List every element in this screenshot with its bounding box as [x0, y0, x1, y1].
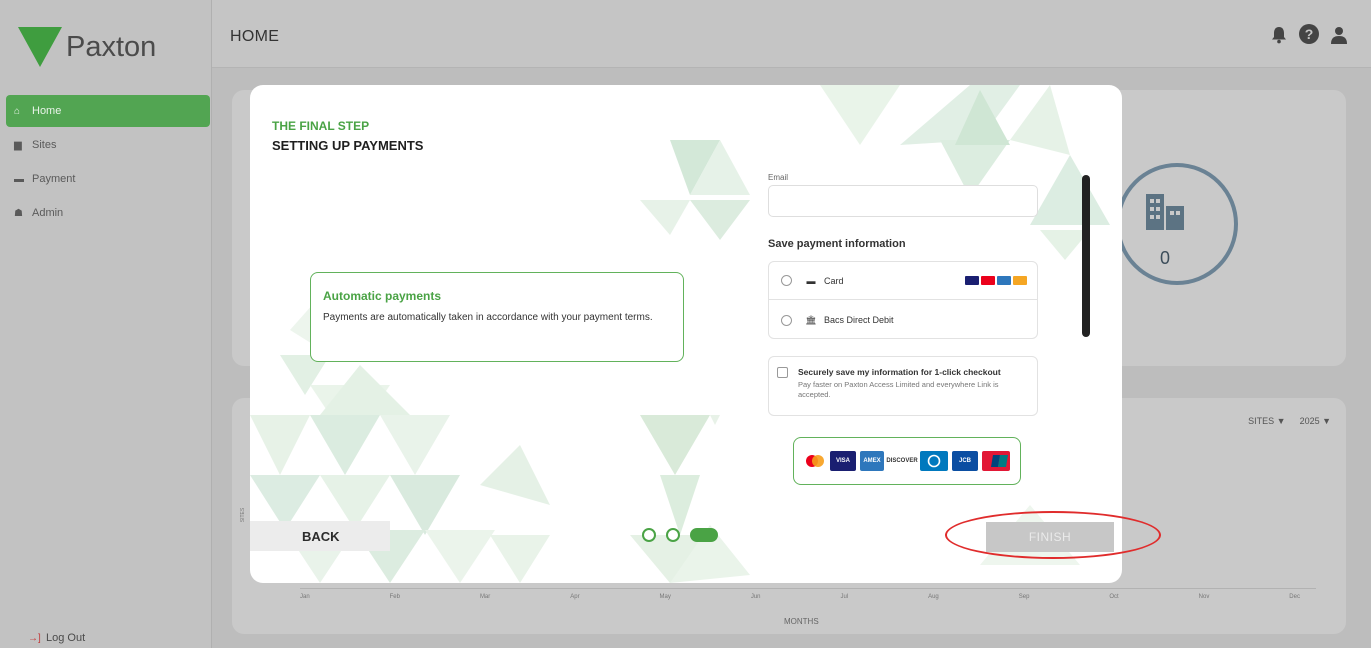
bank-icon: 🏛 [805, 314, 817, 325]
month-tick-label: Sep [1018, 594, 1030, 600]
modal-heading: SETTING UP PAYMENTS [272, 138, 424, 153]
month-tick-label: Nov [1198, 594, 1210, 600]
info-text: Payments are automatically taken in acco… [323, 312, 653, 323]
chart-x-axis-label: MONTHS [784, 617, 819, 626]
amex-icon [997, 276, 1011, 285]
logout-icon: →] [28, 632, 41, 644]
logo-text: Paxton [66, 30, 157, 63]
discover-icon [1013, 276, 1027, 285]
unionpay-icon [982, 451, 1010, 471]
sidebar-nav: ⌂ Home ▆ Sites ▬ Payment ☗ Admin [6, 95, 210, 231]
month-tick-label: Apr [570, 594, 580, 600]
paxton-logo-icon [18, 27, 62, 67]
scrollbar-thumb[interactable] [1082, 175, 1090, 337]
month-tick-label: Dec [1289, 594, 1300, 600]
discover-icon: DISCOVER [886, 451, 918, 471]
save-info-checkbox[interactable] [777, 367, 788, 378]
accepted-cards: VISA AMEX DISCOVER JCB [793, 437, 1021, 485]
payment-form: Email Save payment information ▬ Card 🏛 … [756, 173, 1094, 427]
step-indicator [642, 528, 718, 542]
visa-icon [965, 276, 979, 285]
step-dot-1[interactable] [642, 528, 656, 542]
building-icon [1142, 192, 1190, 232]
month-tick-label: Jan [300, 594, 310, 600]
sidebar-item-label: Sites [32, 139, 57, 151]
sidebar-item-sites[interactable]: ▆ Sites [6, 129, 210, 161]
sidebar-item-label: Admin [32, 207, 64, 219]
save-payment-title: Save payment information [768, 238, 906, 250]
chart-filters: SITES ▼ 2025 ▼ [1248, 416, 1331, 426]
chart-month-ticks: Jan Feb Mar Apr May Jun Jul Aug Sep Oct Nov Dec [300, 594, 1300, 600]
page-title: HOME [230, 28, 280, 45]
email-label: Email [768, 173, 789, 182]
payment-method-options: ▬ Card 🏛 Bacs Direct Debit [768, 261, 1038, 339]
save-info-subtext: Pay faster on Paxton Access Limited and … [798, 380, 999, 399]
payment-setup-modal: THE FINAL STEP SETTING UP PAYMENTS Autom… [250, 85, 1122, 583]
mastercard-icon [804, 451, 826, 471]
bacs-radio[interactable] [781, 314, 792, 326]
top-icons: ? [1269, 24, 1349, 46]
jcb-icon: JCB [952, 451, 978, 471]
home-icon: ⌂ [14, 105, 21, 117]
info-title: Automatic payments [323, 289, 442, 303]
save-info-title: Securely save my information for 1-click… [798, 367, 1001, 377]
email-input[interactable] [768, 185, 1038, 217]
diners-icon [920, 451, 948, 471]
sidebar: Paxton ⌂ Home ▆ Sites ▬ Payment ☗ Admin … [0, 0, 212, 648]
user-icon[interactable] [1329, 24, 1349, 46]
payment-option-label: Card [824, 275, 844, 286]
bell-icon[interactable] [1269, 24, 1289, 46]
payment-option-bacs[interactable]: 🏛 Bacs Direct Debit [769, 301, 1037, 339]
top-bar: HOME ? [212, 0, 1371, 68]
payment-option-card[interactable]: ▬ Card [769, 262, 1037, 300]
payment-option-label: Bacs Direct Debit [824, 315, 894, 325]
sidebar-item-admin[interactable]: ☗ Admin [6, 197, 210, 229]
form-scrollbar[interactable] [1082, 175, 1092, 427]
step-title: THE FINAL STEP [272, 119, 370, 133]
visa-icon: VISA [830, 451, 856, 471]
card-icon: ▬ [806, 275, 816, 286]
sidebar-item-label: Home [32, 105, 62, 117]
user-icon: ☗ [14, 207, 23, 219]
logout-label: Log Out [46, 632, 86, 644]
month-tick-label: Oct [1109, 594, 1119, 600]
card-icon: ▬ [14, 173, 24, 185]
paxton-logo[interactable]: Paxton [18, 22, 188, 72]
month-tick-label: May [659, 594, 671, 600]
sidebar-item-label: Payment [32, 173, 76, 185]
month-tick-label: Aug [928, 594, 939, 600]
chart-y-axis-label: SITES [240, 507, 247, 523]
card-radio[interactable] [781, 275, 792, 286]
amex-icon: AMEX [860, 451, 884, 471]
building-icon: ▆ [14, 139, 22, 151]
mastercard-icon [981, 276, 995, 285]
month-tick-label: Jun [750, 594, 761, 600]
help-icon[interactable]: ? [1299, 24, 1319, 44]
card-brand-icons [965, 276, 1027, 285]
save-info-option[interactable]: Securely save my information for 1-click… [768, 356, 1038, 416]
month-tick-label: Jul [840, 594, 849, 600]
step-dot-3-active[interactable] [690, 528, 718, 542]
automatic-payments-info: Automatic payments Payments are automati… [310, 272, 684, 362]
sidebar-item-payment[interactable]: ▬ Payment [6, 163, 210, 195]
logout-link[interactable]: →] Log Out [28, 632, 85, 644]
finish-highlight-annotation [945, 511, 1161, 559]
sites-count: 0 [1160, 248, 1171, 268]
back-button[interactable]: BACK [250, 521, 390, 551]
step-dot-2[interactable] [666, 528, 680, 542]
chart-x-axis [300, 588, 1316, 589]
year-filter-dropdown[interactable]: 2025 ▼ [1300, 416, 1331, 426]
month-tick-label: Mar [479, 594, 491, 600]
month-tick-label: Feb [389, 594, 400, 600]
sidebar-item-home[interactable]: ⌂ Home [6, 95, 210, 127]
sites-filter-dropdown[interactable]: SITES ▼ [1248, 416, 1285, 426]
